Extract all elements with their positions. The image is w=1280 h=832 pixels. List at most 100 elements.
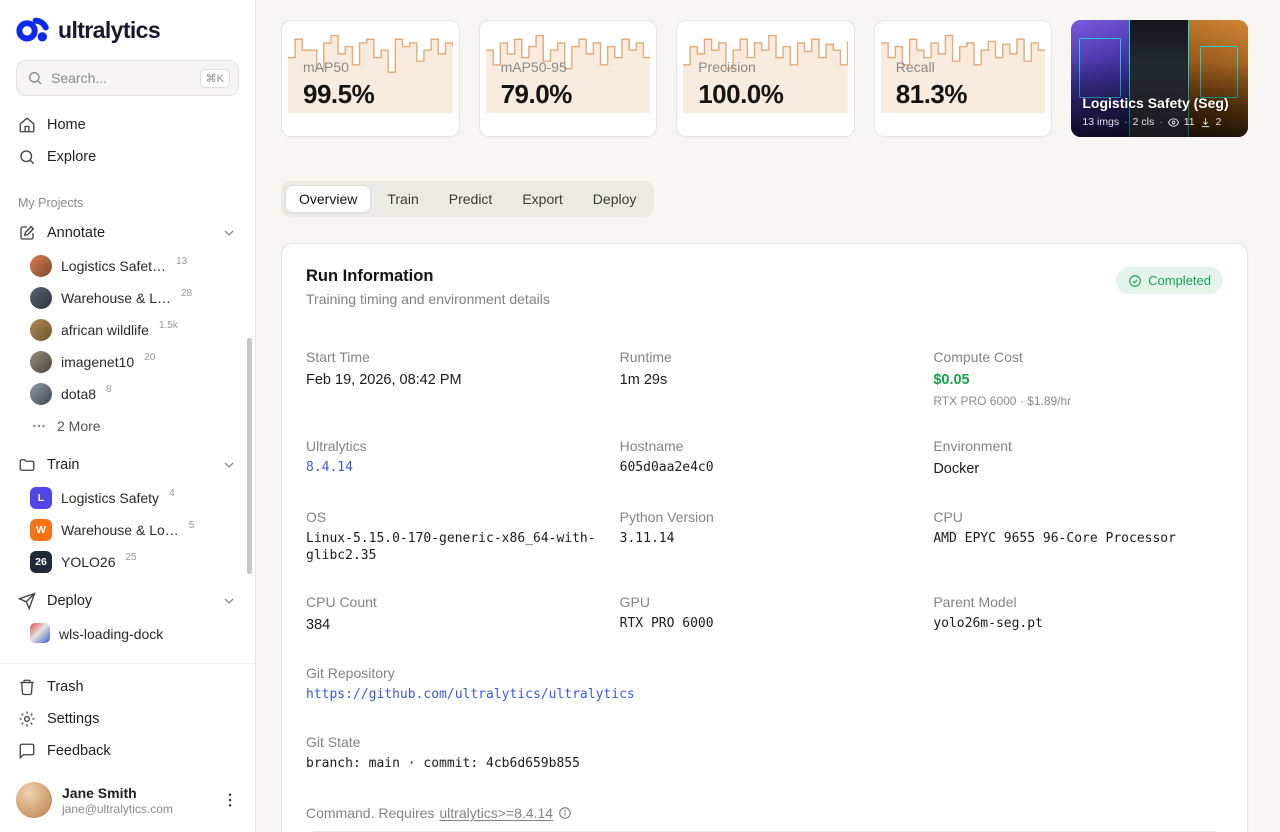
project-avatar (30, 287, 52, 309)
section-label-train: Train (47, 457, 80, 473)
sidebar-project-item[interactable]: african wildlife 1.5k (20, 314, 247, 346)
sidebar-project-item[interactable]: imagenet10 20 (20, 346, 247, 378)
search-box[interactable]: ⌘K (16, 60, 239, 96)
search-shortcut-kbd: ⌘K (199, 68, 230, 88)
model-badge-initial: 26 (35, 556, 47, 568)
sidebar-project-item[interactable]: Logistics Safet… 13 (20, 250, 247, 282)
chevron-down-icon (224, 230, 234, 236)
train-item-name: Warehouse & Lo… (61, 522, 179, 538)
run-information-card: Run Information Training timing and envi… (281, 243, 1248, 832)
status-badge: Completed (1116, 267, 1223, 294)
sidebar-project-item[interactable]: dota8 8 (20, 378, 247, 410)
tab-overview[interactable]: Overview (285, 185, 372, 213)
field-label: Git Repository (306, 665, 395, 682)
tab-export[interactable]: Export (508, 185, 576, 213)
ellipsis-icon (33, 424, 45, 428)
section-label-deploy: Deploy (47, 593, 93, 609)
footer-label-settings: Settings (47, 711, 100, 727)
sidebar-item-settings[interactable]: Settings (8, 704, 247, 734)
field-label: Runtime (619, 349, 672, 365)
metric-card-precision: Precision 100.0% (676, 20, 855, 137)
metric-value: 99.5% (303, 79, 375, 109)
field-value: 3.11.14 (619, 530, 675, 546)
user-name: Jane Smith (62, 784, 137, 801)
run-info-titles: Run Information Training timing and envi… (306, 267, 550, 307)
model-badge: L (30, 487, 52, 509)
home-icon (19, 117, 35, 133)
train-count-badge: 5 (188, 520, 195, 531)
sidebar-item-feedback[interactable]: Feedback (8, 736, 247, 766)
trash-icon (20, 679, 34, 696)
sidebar-section-train[interactable]: Train (8, 450, 247, 480)
sidebar-section-annotate[interactable]: Annotate (8, 218, 247, 248)
command-requirement: ultralytics>=8.4.14 (439, 805, 554, 822)
field-value: Linux-5.15.0-170-generic-x86_64-with-gli… (306, 530, 596, 563)
sidebar-scrollbar[interactable] (247, 338, 252, 574)
sidebar-train-item[interactable]: L Logistics Safety 4 (20, 482, 247, 514)
folder-icon (19, 459, 35, 471)
more-projects-label: 2 More (57, 418, 101, 434)
field-label: Environment (933, 437, 1012, 454)
ultralytics-logo[interactable]: ultralytics (0, 0, 255, 58)
model-badge: 26 (30, 551, 52, 573)
search-input[interactable] (51, 70, 192, 86)
sidebar-item-home[interactable]: Home (8, 110, 247, 140)
tab-train[interactable]: Train (373, 185, 432, 213)
explore-icon (20, 150, 35, 165)
field-subtext: RTX PRO 6000 · $1.89/hr (933, 393, 1072, 408)
section-label-annotate: Annotate (47, 225, 106, 241)
brand-name: ultralytics (58, 16, 161, 43)
field-value: $0.05 (933, 372, 970, 388)
project-name: Warehouse & L… (61, 290, 171, 306)
status-label: Completed (1148, 273, 1211, 288)
field-value[interactable]: 8.4.14 (306, 460, 596, 477)
metrics-row: mAP50 99.5% mAP50-95 79.0% Precision 100… (281, 20, 1248, 137)
nav-label-explore: Explore (47, 149, 97, 165)
chevron-down-icon (224, 598, 234, 604)
sidebar-more-projects[interactable]: 2 More (20, 410, 247, 442)
sidebar-nav: Home Explore (0, 108, 255, 174)
model-badge: W (30, 519, 52, 541)
tab-predict[interactable]: Predict (435, 185, 507, 213)
deploy-item-list: wls-loading-dock (0, 618, 255, 650)
footer-label-trash: Trash (47, 679, 84, 695)
search-icon (29, 72, 42, 85)
command-label: Command. Requires ultralytics>=8.4.14 (306, 805, 1223, 821)
run-info-title: Run Information (306, 267, 434, 285)
user-menu-button[interactable] (219, 789, 241, 811)
user-account-row[interactable]: Jane Smith jane@ultralytics.com (0, 772, 255, 832)
sidebar-train-item[interactable]: 26 YOLO26 25 (20, 546, 247, 578)
command-section: Command. Requires ultralytics>=8.4.14 yo… (306, 805, 1223, 832)
project-avatar (30, 351, 52, 373)
metric-label: mAP50 (303, 59, 349, 75)
sidebar-deploy-item[interactable]: wls-loading-dock (20, 618, 247, 650)
chevron-down-icon (224, 462, 234, 468)
metric-value: 100.0% (698, 79, 784, 109)
field: Python Version 3.11.14 (620, 509, 910, 565)
field: Runtime 1m 29s (620, 349, 910, 408)
project-count-badge: 8 (106, 384, 112, 395)
project-avatar (30, 383, 52, 405)
project-thumbnail-card[interactable]: Logistics Safety (Seg) 13 imgs · 2 cls ·… (1071, 20, 1248, 137)
project-stats: 13 imgs · 2 cls · 11 2 (1082, 116, 1221, 128)
sidebar-train-item[interactable]: W Warehouse & Lo… 5 (20, 514, 247, 546)
train-count-badge: 25 (125, 552, 137, 563)
field-value: 1m 29s (619, 372, 668, 388)
field: GPU RTX PRO 6000 (620, 594, 910, 635)
project-count-badge: 28 (180, 288, 193, 299)
sidebar-item-trash[interactable]: Trash (8, 672, 247, 702)
metric-card-map50-95: mAP50-95 79.0% (478, 20, 658, 137)
model-badge-initial: W (36, 524, 46, 536)
tab-deploy[interactable]: Deploy (579, 185, 651, 213)
project-name: imagenet10 (61, 354, 135, 370)
project-count-badge: 20 (144, 352, 156, 363)
user-meta: Jane Smith jane@ultralytics.com (62, 785, 209, 816)
sidebar-project-item[interactable]: Warehouse & L… 28 (20, 282, 247, 314)
metric-card-map50: mAP50 99.5% (281, 20, 460, 137)
sidebar-item-explore[interactable]: Explore (8, 142, 247, 172)
sidebar-section-deploy[interactable]: Deploy (8, 586, 247, 616)
metric-value: 81.3% (895, 79, 968, 109)
sidebar-footer: Trash Settings Feedback (0, 663, 255, 772)
field-value: AMD EPYC 9655 96-Core Processor (933, 530, 1176, 546)
field-value[interactable]: https://github.com/ultralytics/ultralyti… (306, 687, 1223, 704)
